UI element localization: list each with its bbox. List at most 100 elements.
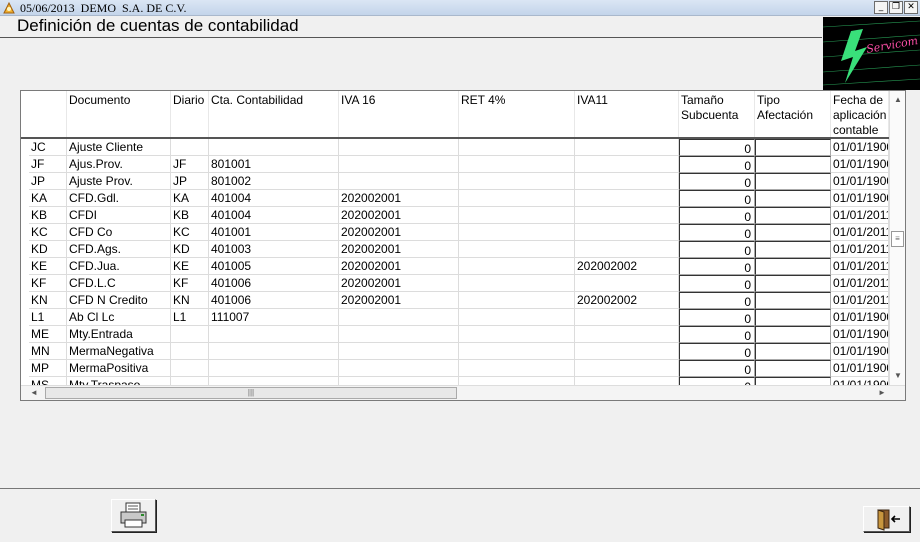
cell-documento[interactable]: MermaPositiva <box>67 360 171 377</box>
close-button[interactable]: ✕ <box>904 1 918 14</box>
scroll-down-icon[interactable]: ▼ <box>891 371 905 380</box>
cell-fecha[interactable]: 01/01/1900 <box>831 139 889 156</box>
cell-ret4[interactable] <box>459 275 575 292</box>
affectation-type-input[interactable] <box>755 207 831 224</box>
cell-cta[interactable]: 801001 <box>209 156 339 173</box>
cell-fecha[interactable]: 01/01/2011 <box>831 275 889 292</box>
subaccount-size-input[interactable]: 0 <box>679 241 755 258</box>
cell-iva16[interactable] <box>339 173 459 190</box>
cell-iva11[interactable] <box>575 224 679 241</box>
cell-documento[interactable]: CFD.Ags. <box>67 241 171 258</box>
cell-diario[interactable]: KF <box>171 275 209 292</box>
vertical-scrollbar[interactable]: ▲ ≡ ▼ <box>889 91 905 385</box>
cell-cta[interactable] <box>209 326 339 343</box>
cell-iva16[interactable]: 202002001 <box>339 224 459 241</box>
cell-code[interactable]: MP <box>29 360 67 377</box>
scroll-up-icon[interactable]: ▲ <box>891 95 905 104</box>
cell-documento[interactable]: Ab Cl Lc <box>67 309 171 326</box>
cell-diario[interactable]: KA <box>171 190 209 207</box>
cell-fecha[interactable]: 01/01/2011 <box>831 224 889 241</box>
subaccount-size-input[interactable]: 0 <box>679 343 755 360</box>
cell-fecha[interactable]: 01/01/1900 <box>831 343 889 360</box>
cell-ret4[interactable] <box>459 173 575 190</box>
cell-iva11[interactable] <box>575 173 679 190</box>
cell-iva16[interactable] <box>339 156 459 173</box>
cell-iva16[interactable]: 202002001 <box>339 258 459 275</box>
cell-documento[interactable]: CFD Co <box>67 224 171 241</box>
cell-diario[interactable] <box>171 139 209 156</box>
affectation-type-input[interactable] <box>755 292 831 309</box>
cell-cta[interactable]: 801002 <box>209 173 339 190</box>
subaccount-size-input[interactable]: 0 <box>679 139 755 156</box>
cell-iva16[interactable] <box>339 309 459 326</box>
subaccount-size-input[interactable]: 0 <box>679 207 755 224</box>
cell-iva16[interactable]: 202002001 <box>339 190 459 207</box>
scroll-left-icon[interactable]: ◄ <box>27 388 41 397</box>
cell-code[interactable]: JP <box>29 173 67 190</box>
cell-iva11[interactable] <box>575 377 679 385</box>
cell-documento[interactable]: Mty.Traspaso <box>67 377 171 385</box>
subaccount-size-input[interactable]: 0 <box>679 360 755 377</box>
table-row[interactable]: JP Ajuste Prov. JP 801002 0 01/01/1900 <box>21 173 889 190</box>
cell-ret4[interactable] <box>459 207 575 224</box>
cell-documento[interactable]: CFD N Credito <box>67 292 171 309</box>
table-row[interactable]: KA CFD.Gdl. KA 401004 202002001 0 01/01/1900 <box>21 190 889 207</box>
table-row[interactable]: KN CFD N Credito KN 401006 202002001 20200200… <box>21 292 889 309</box>
affectation-type-input[interactable] <box>755 139 831 156</box>
cell-code[interactable]: KN <box>29 292 67 309</box>
cell-documento[interactable]: CFD.Gdl. <box>67 190 171 207</box>
print-button[interactable] <box>111 499 156 532</box>
cell-ret4[interactable] <box>459 190 575 207</box>
vertical-scroll-thumb[interactable]: ≡ <box>891 231 904 247</box>
table-row[interactable]: MN MermaNegativa 0 01/01/1900 <box>21 343 889 360</box>
column-header-tamano[interactable]: Tamaño Subcuenta <box>679 91 755 137</box>
column-header-tipo[interactable]: Tipo Afectación <box>755 91 831 137</box>
cell-iva16[interactable] <box>339 343 459 360</box>
cell-fecha[interactable]: 01/01/1900 <box>831 190 889 207</box>
cell-diario[interactable] <box>171 326 209 343</box>
cell-diario[interactable]: JP <box>171 173 209 190</box>
cell-cta[interactable]: 401005 <box>209 258 339 275</box>
cell-diario[interactable] <box>171 377 209 385</box>
column-header-documento[interactable]: Documento <box>67 91 171 137</box>
cell-ret4[interactable] <box>459 139 575 156</box>
cell-documento[interactable]: Ajus.Prov. <box>67 156 171 173</box>
table-row[interactable]: MSMty.Traspaso 0 01/01/1900 <box>21 377 889 385</box>
table-row[interactable]: ME Mty.Entrada 0 01/01/1900 <box>21 326 889 343</box>
cell-ret4[interactable] <box>459 258 575 275</box>
table-row[interactable]: KC CFD Co KC 401001 202002001 0 01/01/2011 <box>21 224 889 241</box>
cell-diario[interactable]: JF <box>171 156 209 173</box>
cell-diario[interactable]: KC <box>171 224 209 241</box>
affectation-type-input[interactable] <box>755 343 831 360</box>
cell-fecha[interactable]: 01/01/1900 <box>831 360 889 377</box>
cell-iva11[interactable] <box>575 156 679 173</box>
cell-iva16[interactable]: 202002001 <box>339 241 459 258</box>
cell-iva16[interactable] <box>339 139 459 156</box>
subaccount-size-input[interactable]: 0 <box>679 292 755 309</box>
cell-ret4[interactable] <box>459 309 575 326</box>
table-row[interactable]: KB CFDI KB 401004 202002001 0 01/01/2011 <box>21 207 889 224</box>
cell-iva11[interactable] <box>575 326 679 343</box>
column-header-iva11[interactable]: IVA11 <box>575 91 679 137</box>
cell-code[interactable]: L1 <box>29 309 67 326</box>
cell-code[interactable]: ME <box>29 326 67 343</box>
cell-iva11[interactable]: 202002002 <box>575 292 679 309</box>
affectation-type-input[interactable] <box>755 360 831 377</box>
cell-iva11[interactable] <box>575 241 679 258</box>
subaccount-size-input[interactable]: 0 <box>679 275 755 292</box>
horizontal-scroll-thumb[interactable]: ||| <box>45 387 457 399</box>
cell-iva11[interactable]: 202002002 <box>575 258 679 275</box>
cell-iva11[interactable] <box>575 360 679 377</box>
cell-code[interactable]: KD <box>29 241 67 258</box>
affectation-type-input[interactable] <box>755 190 831 207</box>
cell-fecha[interactable]: 01/01/1900 <box>831 326 889 343</box>
cell-documento[interactable]: Ajuste Prov. <box>67 173 171 190</box>
cell-fecha[interactable]: 01/01/1900 <box>831 377 889 385</box>
cell-cta[interactable]: 401001 <box>209 224 339 241</box>
cell-diario[interactable] <box>171 360 209 377</box>
cell-code[interactable]: KE <box>29 258 67 275</box>
cell-iva11[interactable] <box>575 275 679 292</box>
table-row[interactable]: L1 Ab Cl Lc L1 111007 0 01/01/1900 <box>21 309 889 326</box>
cell-iva11[interactable] <box>575 309 679 326</box>
cell-iva11[interactable] <box>575 190 679 207</box>
